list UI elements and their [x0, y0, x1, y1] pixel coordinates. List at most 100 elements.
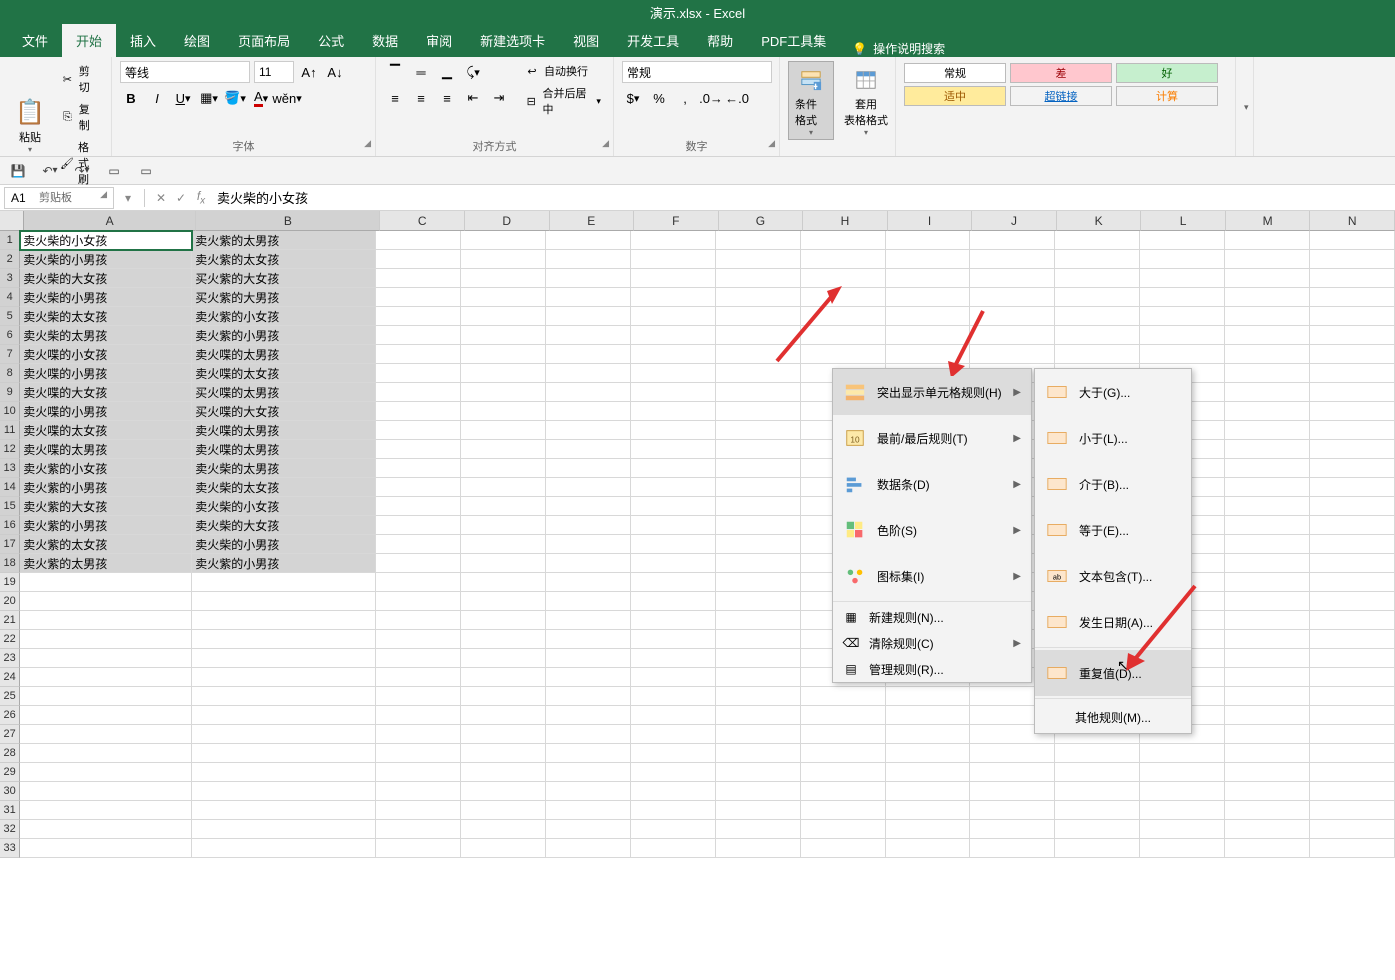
- cell-D20[interactable]: [461, 592, 546, 611]
- cell-K3[interactable]: [1055, 269, 1140, 288]
- cell-A17[interactable]: 卖火紫的太女孩: [20, 535, 192, 554]
- dec-decimal-button[interactable]: ←.0: [726, 87, 748, 109]
- tab-开发工具[interactable]: 开发工具: [613, 24, 693, 57]
- cell-N22[interactable]: [1310, 630, 1395, 649]
- cell-C14[interactable]: [376, 478, 461, 497]
- cell-N6[interactable]: [1310, 326, 1395, 345]
- cell-F32[interactable]: [631, 820, 716, 839]
- cell-M7[interactable]: [1225, 345, 1310, 364]
- cell-M24[interactable]: [1225, 668, 1310, 687]
- cell-H31[interactable]: [801, 801, 886, 820]
- styles-expand[interactable]: ▾: [1236, 57, 1254, 156]
- cell-D19[interactable]: [461, 573, 546, 592]
- tab-页面布局[interactable]: 页面布局: [224, 24, 304, 57]
- cell-J4[interactable]: [970, 288, 1055, 307]
- cell-N20[interactable]: [1310, 592, 1395, 611]
- cell-N23[interactable]: [1310, 649, 1395, 668]
- cell-D26[interactable]: [461, 706, 546, 725]
- cell-J33[interactable]: [970, 839, 1055, 858]
- comma-button[interactable]: ,: [674, 87, 696, 109]
- cell-A9[interactable]: 卖火喋的大女孩: [20, 383, 192, 402]
- cell-D27[interactable]: [461, 725, 546, 744]
- percent-button[interactable]: %: [648, 87, 670, 109]
- cell-E26[interactable]: [546, 706, 631, 725]
- cell-N9[interactable]: [1310, 383, 1395, 402]
- cell-D18[interactable]: [461, 554, 546, 573]
- cell-D15[interactable]: [461, 497, 546, 516]
- cell-F21[interactable]: [631, 611, 716, 630]
- cell-M28[interactable]: [1225, 744, 1310, 763]
- cell-C28[interactable]: [376, 744, 461, 763]
- cell-F26[interactable]: [631, 706, 716, 725]
- cell-A3[interactable]: 卖火柴的大女孩: [20, 269, 192, 288]
- cell-N24[interactable]: [1310, 668, 1395, 687]
- cell-H27[interactable]: [801, 725, 886, 744]
- tab-新建选项卡[interactable]: 新建选项卡: [466, 24, 559, 57]
- row-header-24[interactable]: 24: [0, 668, 20, 687]
- cell-C11[interactable]: [376, 421, 461, 440]
- row-header-19[interactable]: 19: [0, 573, 20, 592]
- row-header-33[interactable]: 33: [0, 839, 20, 858]
- cell-D23[interactable]: [461, 649, 546, 668]
- cell-J32[interactable]: [970, 820, 1055, 839]
- cell-D17[interactable]: [461, 535, 546, 554]
- cell-H29[interactable]: [801, 763, 886, 782]
- cell-D25[interactable]: [461, 687, 546, 706]
- qat-extra2[interactable]: ▭: [136, 161, 156, 181]
- cell-E5[interactable]: [546, 307, 631, 326]
- cell-H4[interactable]: [801, 288, 886, 307]
- cell-F2[interactable]: [631, 250, 716, 269]
- cell-E19[interactable]: [546, 573, 631, 592]
- cell-E11[interactable]: [546, 421, 631, 440]
- cell-C9[interactable]: [376, 383, 461, 402]
- cell-A25[interactable]: [20, 687, 192, 706]
- cell-G31[interactable]: [716, 801, 801, 820]
- cell-C5[interactable]: [376, 307, 461, 326]
- cell-D12[interactable]: [461, 440, 546, 459]
- cell-C16[interactable]: [376, 516, 461, 535]
- cell-A22[interactable]: [20, 630, 192, 649]
- select-all-button[interactable]: [0, 211, 24, 231]
- cell-D11[interactable]: [461, 421, 546, 440]
- cell-C27[interactable]: [376, 725, 461, 744]
- cell-B22[interactable]: [192, 630, 376, 649]
- cell-M8[interactable]: [1225, 364, 1310, 383]
- cell-I3[interactable]: [886, 269, 971, 288]
- cell-K32[interactable]: [1055, 820, 1140, 839]
- cell-G5[interactable]: [716, 307, 801, 326]
- row-header-3[interactable]: 3: [0, 269, 20, 288]
- cell-M27[interactable]: [1225, 725, 1310, 744]
- cell-B33[interactable]: [192, 839, 376, 858]
- cell-G25[interactable]: [716, 687, 801, 706]
- cell-G24[interactable]: [716, 668, 801, 687]
- cell-F9[interactable]: [631, 383, 716, 402]
- cell-C12[interactable]: [376, 440, 461, 459]
- border-button[interactable]: ▦▾: [198, 87, 220, 109]
- row-header-32[interactable]: 32: [0, 820, 20, 839]
- col-header-K[interactable]: K: [1057, 211, 1142, 231]
- style-hyperlink[interactable]: 超链接: [1010, 86, 1112, 106]
- style-bad[interactable]: 差: [1010, 63, 1112, 83]
- row-header-4[interactable]: 4: [0, 288, 20, 307]
- cell-F16[interactable]: [631, 516, 716, 535]
- menu-greater-than[interactable]: 大于(G)...: [1035, 369, 1191, 415]
- cell-A13[interactable]: 卖火紫的小女孩: [20, 459, 192, 478]
- tab-审阅[interactable]: 审阅: [412, 24, 466, 57]
- cell-N14[interactable]: [1310, 478, 1395, 497]
- cell-N17[interactable]: [1310, 535, 1395, 554]
- cell-I31[interactable]: [886, 801, 971, 820]
- row-header-6[interactable]: 6: [0, 326, 20, 345]
- dialog-launcher-icon[interactable]: ◢: [364, 138, 371, 149]
- cell-A18[interactable]: 卖火紫的太男孩: [20, 554, 192, 573]
- cell-E25[interactable]: [546, 687, 631, 706]
- cell-B14[interactable]: 卖火柴的太女孩: [192, 478, 376, 497]
- tab-开始[interactable]: 开始: [62, 24, 116, 57]
- col-header-A[interactable]: A: [24, 211, 196, 231]
- row-header-17[interactable]: 17: [0, 535, 20, 554]
- phonetic-button[interactable]: wěn▾: [276, 87, 298, 109]
- cell-C7[interactable]: [376, 345, 461, 364]
- cell-E4[interactable]: [546, 288, 631, 307]
- cell-F17[interactable]: [631, 535, 716, 554]
- menu-iconsets[interactable]: 图标集(I)▶: [833, 553, 1031, 599]
- decrease-font-button[interactable]: A↓: [324, 61, 346, 83]
